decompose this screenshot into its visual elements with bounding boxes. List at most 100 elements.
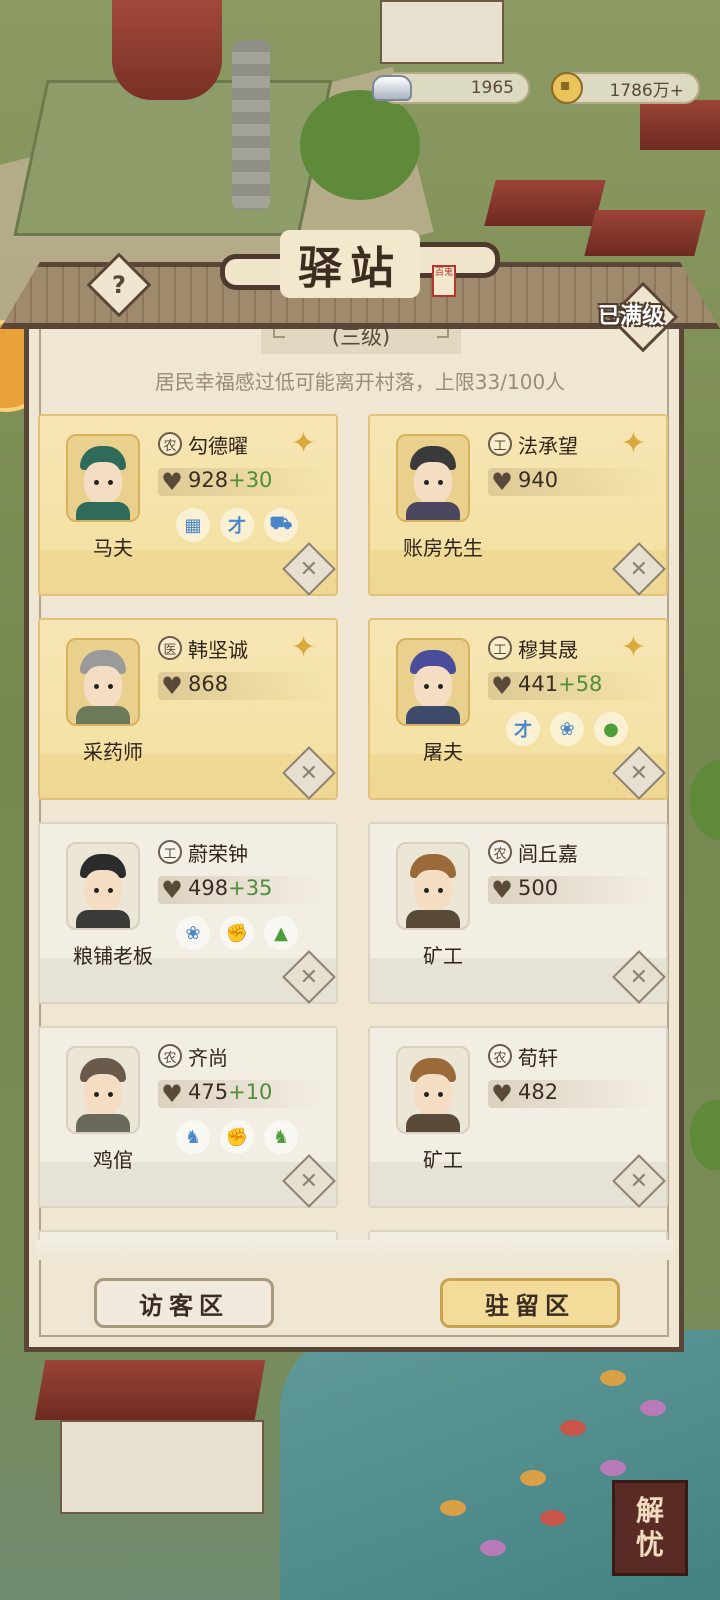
happiness-heart-icon: ♥	[161, 1080, 183, 1108]
trade-badge-icon: 工	[158, 840, 182, 864]
resident-job: 账房先生	[403, 536, 483, 560]
happiness-score: 498+35	[188, 876, 273, 900]
lotus-flower	[560, 1420, 586, 1436]
resident-card[interactable]: 矿工 农 闾丘嘉 ♥ 500 ✕	[368, 822, 668, 1004]
resident-portrait	[66, 842, 140, 930]
strength-icon[interactable]: ✊	[220, 916, 254, 950]
resident-name: 荀轩	[518, 1046, 558, 1070]
shop-roof	[640, 100, 720, 150]
lotus-flower	[440, 1500, 466, 1516]
resident-portrait	[66, 434, 140, 522]
resident-job: 屠夫	[423, 740, 463, 764]
close-icon: ✕	[299, 556, 319, 582]
list-fade	[36, 1240, 674, 1260]
strength-icon[interactable]: ✊	[220, 1120, 254, 1154]
close-icon: ✕	[629, 556, 649, 582]
happiness-score: 500	[518, 876, 559, 900]
resident-portrait	[66, 638, 140, 726]
resident-name: 勾德曜	[188, 434, 248, 458]
copper-coin-icon	[547, 68, 587, 108]
resident-job: 矿工	[423, 944, 463, 968]
resident-portrait	[396, 638, 470, 726]
silver-ingot-icon	[372, 68, 412, 108]
house-roof	[34, 1360, 266, 1420]
page-title: 驿站	[280, 230, 420, 298]
plaza	[13, 80, 333, 236]
pouch-icon[interactable]: ●	[594, 712, 628, 746]
resident-job: 鸡倌	[93, 1148, 133, 1172]
resident-name: 蔚荣钟	[188, 842, 248, 866]
resident-card[interactable]: 屠夫 工 穆其晟 ✦ ♥ 441+58 才 ❀ ● ✕	[368, 618, 668, 800]
trade-badge-icon: 工	[488, 636, 512, 660]
fish-icon[interactable]: ❀	[550, 712, 584, 746]
resident-job: 粮铺老板	[73, 944, 153, 968]
resident-job: 马夫	[93, 536, 133, 560]
happiness-heart-icon: ♥	[161, 876, 183, 904]
happiness-heart-icon: ♥	[161, 672, 183, 700]
resident-name: 法承望	[518, 434, 578, 458]
close-icon: ✕	[299, 964, 319, 990]
trade-badge-icon: 农	[488, 1044, 512, 1068]
resident-card[interactable]: 鸡倌 农 齐尚 ♥ 475+10 ♞ ✊ ♞ ✕	[38, 1026, 338, 1208]
lotus-flower	[540, 1510, 566, 1526]
trade-badge-icon: 工	[488, 432, 512, 456]
lotus-flower	[600, 1460, 626, 1476]
silver-counter[interactable]: 1965	[372, 72, 530, 104]
resident-job: 矿工	[423, 1148, 463, 1172]
stone-pillar[interactable]	[232, 40, 270, 210]
lotus-flower	[480, 1540, 506, 1556]
lotus-flower	[640, 1400, 666, 1416]
resident-card[interactable]: 采药师 医 韩坚诚 ✦ ♥ 868 ✕	[38, 618, 338, 800]
chicken-icon[interactable]: ♞	[176, 1120, 210, 1154]
happiness-heart-icon: ♥	[491, 468, 513, 496]
silver-amount: 1965	[470, 78, 514, 98]
resident-card[interactable]: 矿工 农 荀轩 ♥ 482 ✕	[368, 1026, 668, 1208]
building-icon[interactable]: ▦	[176, 508, 210, 542]
chicken-icon[interactable]: ♞	[264, 1120, 298, 1154]
visitor-area-button[interactable]: 访客区	[94, 1278, 274, 1328]
relief-label-2: 忧	[635, 1528, 664, 1561]
resident-card[interactable]: 粮铺老板 工 蔚荣钟 ♥ 498+35 ❀ ✊ ▲ ✕	[38, 822, 338, 1004]
close-icon: ✕	[299, 1168, 319, 1194]
rice-sack-icon[interactable]: ▲	[264, 916, 298, 950]
title-seal: 百鬼	[432, 265, 456, 297]
trade-badge-icon: 农	[158, 1044, 182, 1068]
resident-card[interactable]: 马夫 农 勾德曜 ✦ ♥ 928+30 ▦ 才 ⛟ ✕	[38, 414, 338, 596]
sparkle-icon: ✦	[620, 426, 646, 461]
happiness-notice: 居民幸福感过低可能离开村落，上限33/100人	[154, 370, 566, 394]
talent-icon[interactable]: 才	[220, 508, 254, 542]
cart-icon[interactable]: ⛟	[264, 508, 298, 542]
fish-icon[interactable]: ❀	[176, 916, 210, 950]
happiness-heart-icon: ♥	[161, 468, 183, 496]
resident-portrait	[396, 842, 470, 930]
resident-job: 采药师	[83, 740, 143, 764]
resident-name: 齐尚	[188, 1046, 228, 1070]
resident-portrait	[396, 1046, 470, 1134]
house	[60, 1420, 264, 1514]
resident-portrait	[66, 1046, 140, 1134]
lotus-flower	[520, 1470, 546, 1486]
coin-counter[interactable]: 1786万+	[551, 72, 700, 104]
close-icon: ✕	[629, 964, 649, 990]
happiness-score: 928+30	[188, 468, 273, 492]
talent-icon[interactable]: 才	[506, 712, 540, 746]
relief-button[interactable]: 解 忧	[612, 1480, 688, 1576]
market-stall-roof	[484, 180, 606, 226]
resident-name: 穆其晟	[518, 638, 578, 662]
resident-card[interactable]: 账房先生 工 法承望 ✦ ♥ 940 ✕	[368, 414, 668, 596]
resident-name: 闾丘嘉	[518, 842, 578, 866]
trade-badge-icon: 农	[488, 840, 512, 864]
happiness-score: 441+58	[518, 672, 603, 696]
resident-name: 韩坚诚	[188, 638, 248, 662]
coin-amount: 1786万+	[609, 80, 684, 101]
question-icon: ?	[112, 270, 126, 299]
stay-area-button[interactable]: 驻留区	[440, 1278, 620, 1328]
pavilion[interactable]	[112, 0, 222, 100]
happiness-heart-icon: ♥	[491, 876, 513, 904]
lotus-flower	[600, 1370, 626, 1386]
happiness-heart-icon: ♥	[491, 672, 513, 700]
house	[380, 0, 504, 64]
close-icon: ✕	[299, 760, 319, 786]
resident-list[interactable]: 马夫 农 勾德曜 ✦ ♥ 928+30 ▦ 才 ⛟ ✕ 账房先生 工 法承望 ✦…	[36, 412, 674, 1256]
happiness-score: 482	[518, 1080, 559, 1104]
